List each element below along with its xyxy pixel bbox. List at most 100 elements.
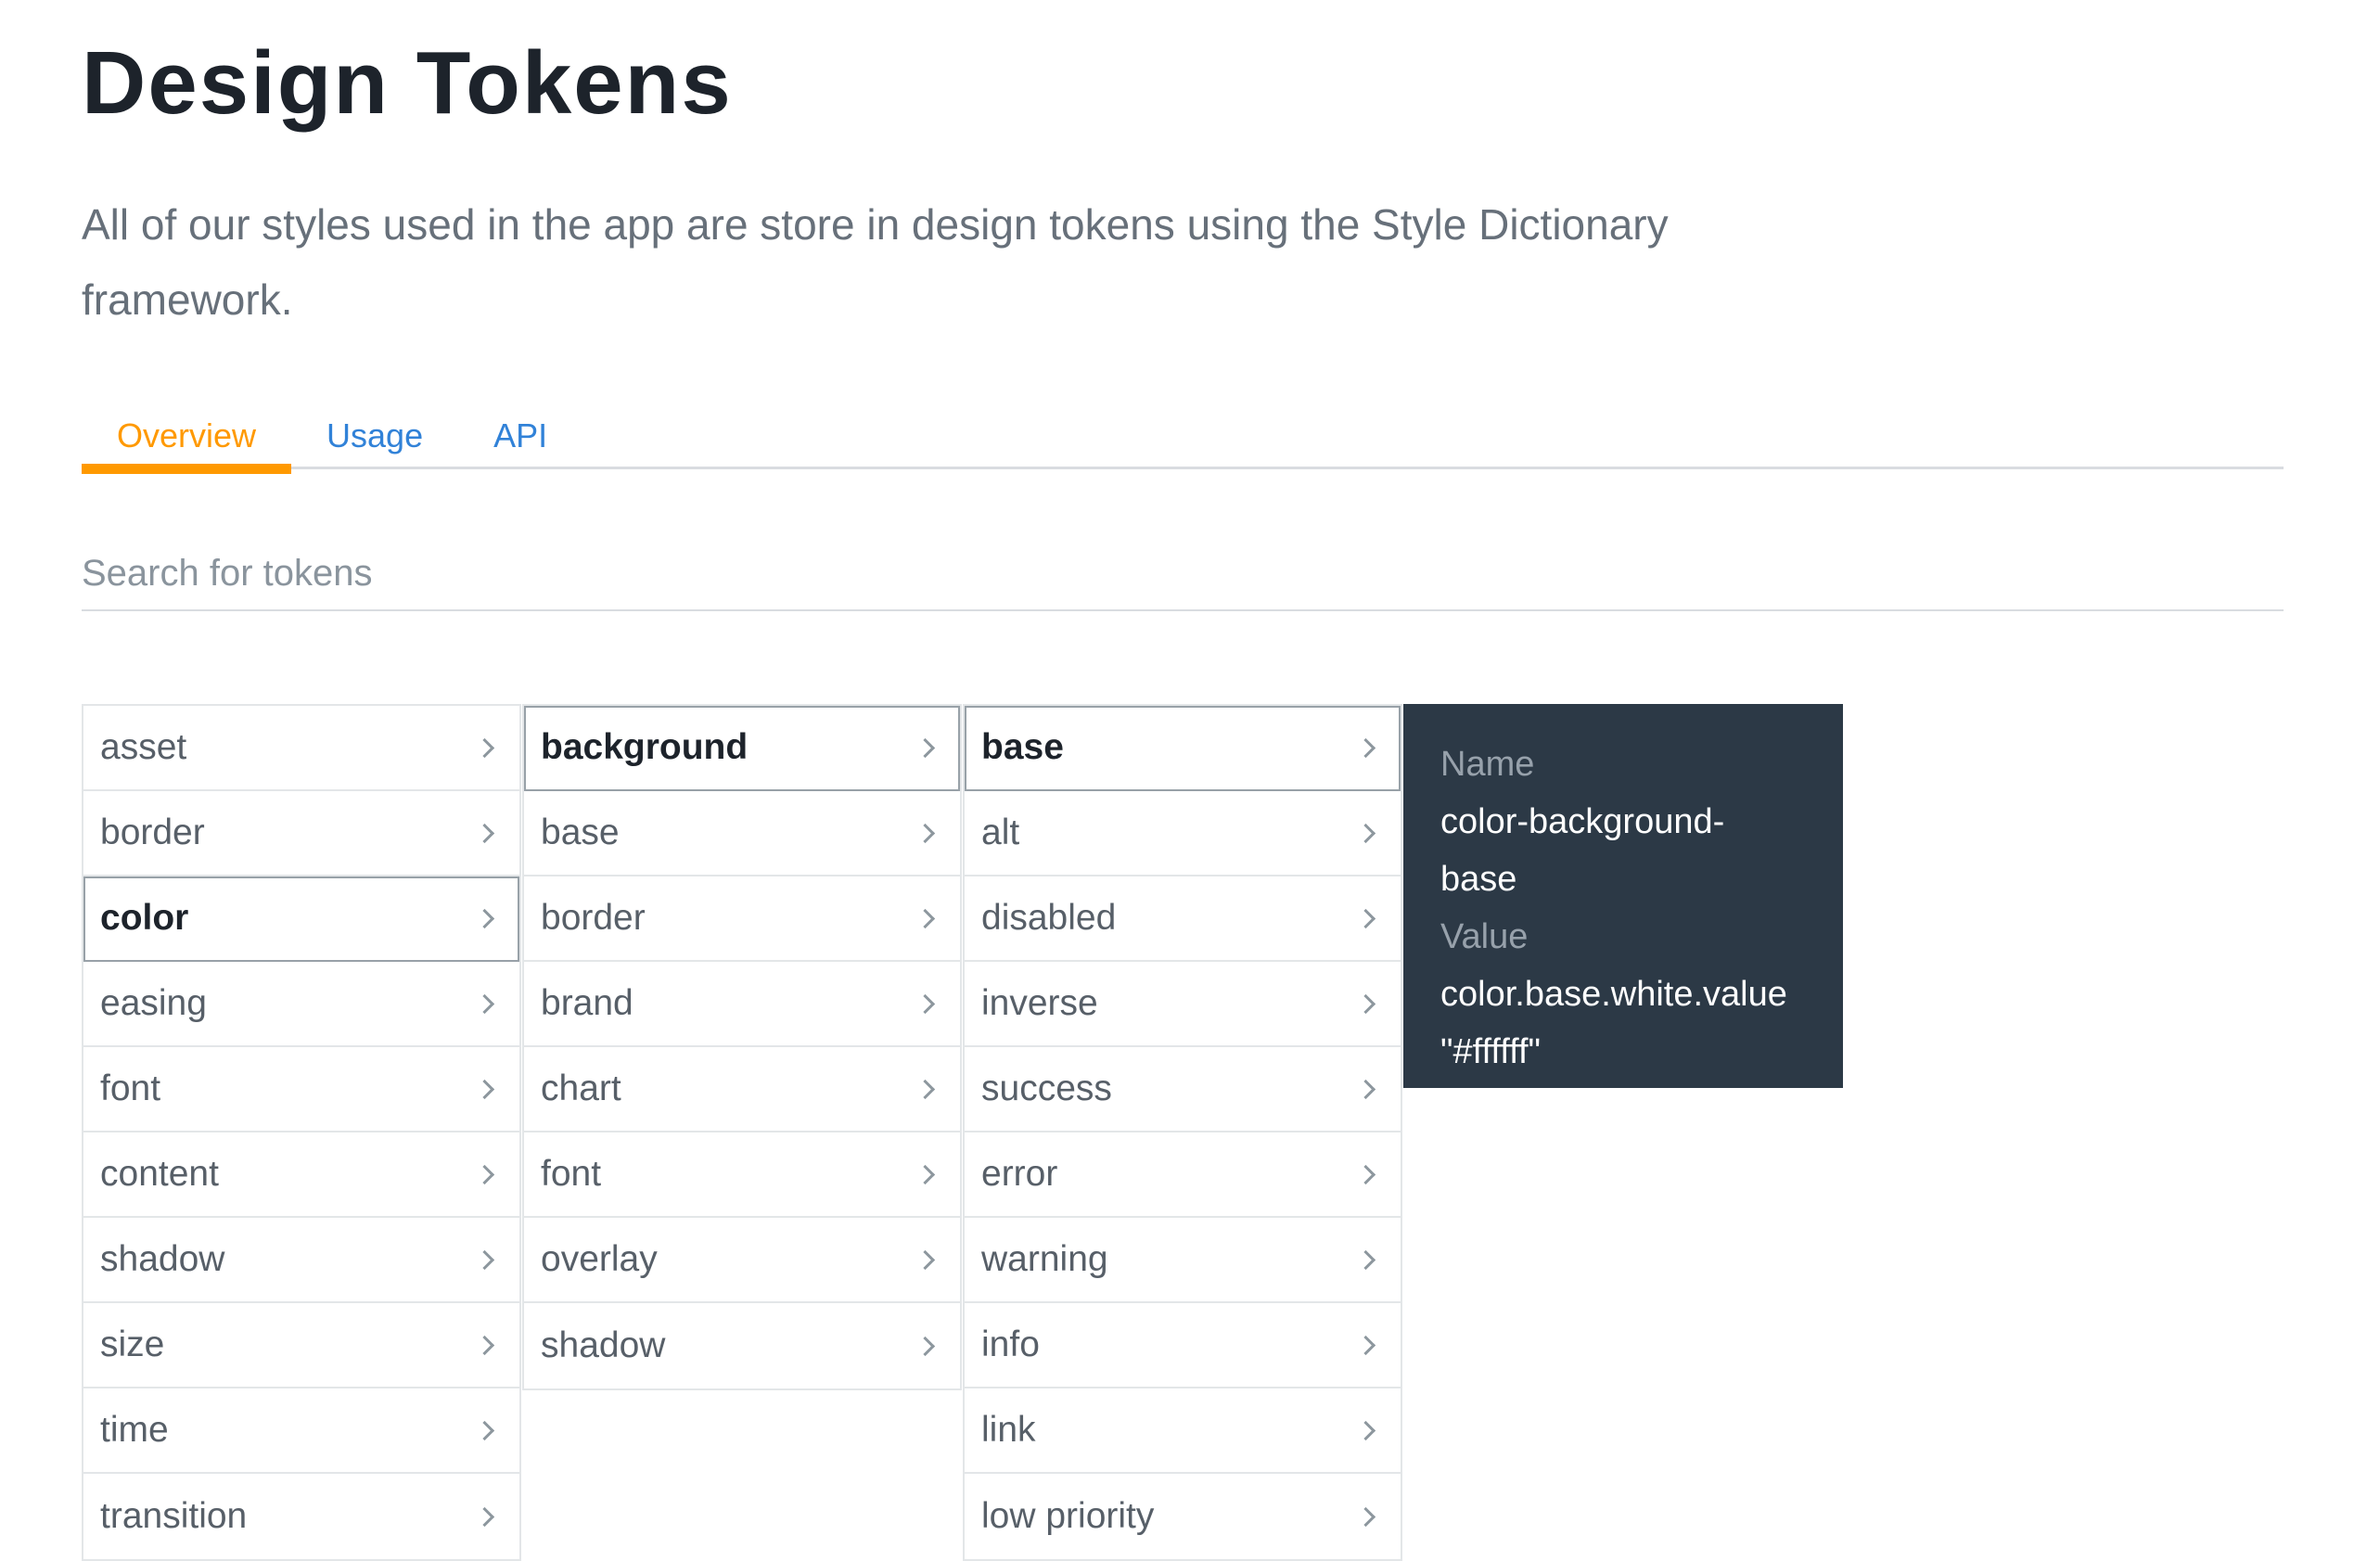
variant-item-base[interactable]: base [965, 706, 1401, 791]
subcategory-item-brand[interactable]: brand [524, 962, 960, 1047]
variant-item-success[interactable]: success [965, 1047, 1401, 1132]
variant-item-error[interactable]: error [965, 1132, 1401, 1218]
category-item-transition[interactable]: transition [83, 1474, 519, 1559]
variant-item-label: error [981, 1154, 1057, 1195]
variant-item-label: inverse [981, 983, 1098, 1024]
category-item-size[interactable]: size [83, 1303, 519, 1388]
chevron-right-icon [915, 823, 935, 842]
subcategory-item-label: overlay [541, 1239, 658, 1280]
chevron-right-icon [915, 1164, 935, 1184]
chevron-right-icon [475, 1420, 494, 1439]
chevron-right-icon [1356, 908, 1376, 928]
chevron-right-icon [475, 823, 494, 842]
token-column-subcategories: background base border brand chart font [522, 704, 962, 1390]
variant-item-label: info [981, 1324, 1040, 1365]
category-item-label: size [100, 1324, 164, 1365]
search-input[interactable] [82, 553, 2284, 611]
subcategory-item-label: base [541, 812, 620, 853]
subcategory-item-label: border [541, 898, 646, 939]
category-item-label: font [100, 1068, 160, 1109]
subcategory-item-label: chart [541, 1068, 621, 1109]
chevron-right-icon [915, 737, 935, 757]
category-item-label: content [100, 1154, 219, 1195]
category-item-label: shadow [100, 1239, 224, 1280]
variant-item-label: alt [981, 812, 1019, 853]
chevron-right-icon [1356, 1335, 1376, 1354]
chevron-right-icon [475, 737, 494, 757]
tab-bar: Overview Usage API [82, 393, 2284, 469]
chevron-right-icon [475, 1249, 494, 1269]
tab-usage[interactable]: Usage [291, 393, 458, 467]
chevron-right-icon [915, 1079, 935, 1098]
chevron-right-icon [1356, 737, 1376, 757]
page-subtitle-line2: framework. [82, 262, 2284, 338]
variant-item-low-priority[interactable]: low priority [965, 1474, 1401, 1559]
variant-item-disabled[interactable]: disabled [965, 876, 1401, 962]
chevron-right-icon [475, 1164, 494, 1184]
tab-overview[interactable]: Overview [82, 393, 291, 467]
variant-item-label: disabled [981, 898, 1116, 939]
tab-api[interactable]: API [458, 393, 582, 467]
category-item-color[interactable]: color [83, 876, 519, 962]
design-tokens-page: Design Tokens All of our styles used in … [0, 0, 2380, 1561]
variant-item-info[interactable]: info [965, 1303, 1401, 1388]
subcategory-item-label: shadow [541, 1325, 665, 1366]
token-detail-panel: Name color-background-base Value color.b… [1403, 704, 1843, 1088]
subcategory-item-label: background [541, 727, 748, 768]
variant-item-label: low priority [981, 1496, 1154, 1537]
page-subtitle: All of our styles used in the app are st… [82, 187, 2284, 338]
chevron-right-icon [915, 993, 935, 1013]
token-column-categories: asset border color easing font content [82, 704, 521, 1561]
subcategory-item-background[interactable]: background [524, 706, 960, 791]
category-item-asset[interactable]: asset [83, 706, 519, 791]
chevron-right-icon [1356, 993, 1376, 1013]
category-item-label: time [100, 1410, 169, 1451]
subcategory-item-base[interactable]: base [524, 791, 960, 876]
category-item-shadow[interactable]: shadow [83, 1218, 519, 1303]
category-item-label: easing [100, 983, 207, 1024]
variant-item-label: link [981, 1410, 1036, 1451]
subcategory-item-shadow[interactable]: shadow [524, 1303, 960, 1388]
category-item-time[interactable]: time [83, 1388, 519, 1474]
category-item-border[interactable]: border [83, 791, 519, 876]
token-value-value: color.base.white.value "#ffffff" [1440, 966, 1806, 1081]
category-item-font[interactable]: font [83, 1047, 519, 1132]
variant-item-label: base [981, 727, 1064, 768]
variant-item-label: warning [981, 1239, 1108, 1280]
variant-item-warning[interactable]: warning [965, 1218, 1401, 1303]
chevron-right-icon [1356, 1249, 1376, 1269]
chevron-right-icon [915, 1336, 935, 1355]
chevron-right-icon [475, 1079, 494, 1098]
chevron-right-icon [1356, 1164, 1376, 1184]
subcategory-item-border[interactable]: border [524, 876, 960, 962]
category-item-label: asset [100, 727, 186, 768]
token-browser: asset border color easing font content [82, 704, 2284, 1561]
variant-item-inverse[interactable]: inverse [965, 962, 1401, 1047]
category-item-easing[interactable]: easing [83, 962, 519, 1047]
subcategory-item-overlay[interactable]: overlay [524, 1218, 960, 1303]
variant-item-label: success [981, 1068, 1112, 1109]
subcategory-item-label: font [541, 1154, 601, 1195]
category-item-label: border [100, 812, 205, 853]
chevron-right-icon [1356, 1420, 1376, 1439]
chevron-right-icon [475, 908, 494, 928]
page-subtitle-line1: All of our styles used in the app are st… [82, 187, 2284, 262]
chevron-right-icon [1356, 1079, 1376, 1098]
chevron-right-icon [915, 908, 935, 928]
token-search [82, 553, 2284, 611]
chevron-right-icon [475, 1335, 494, 1354]
category-item-label: transition [100, 1496, 247, 1537]
token-name-value: color-background-base [1440, 793, 1756, 908]
subcategory-item-chart[interactable]: chart [524, 1047, 960, 1132]
category-item-label: color [100, 898, 188, 939]
chevron-right-icon [1356, 823, 1376, 842]
token-name-label: Name [1440, 736, 1806, 793]
variant-item-alt[interactable]: alt [965, 791, 1401, 876]
chevron-right-icon [915, 1249, 935, 1269]
chevron-right-icon [475, 993, 494, 1013]
category-item-content[interactable]: content [83, 1132, 519, 1218]
token-value-label: Value [1440, 908, 1806, 966]
variant-item-link[interactable]: link [965, 1388, 1401, 1474]
subcategory-item-font[interactable]: font [524, 1132, 960, 1218]
subcategory-item-label: brand [541, 983, 633, 1024]
